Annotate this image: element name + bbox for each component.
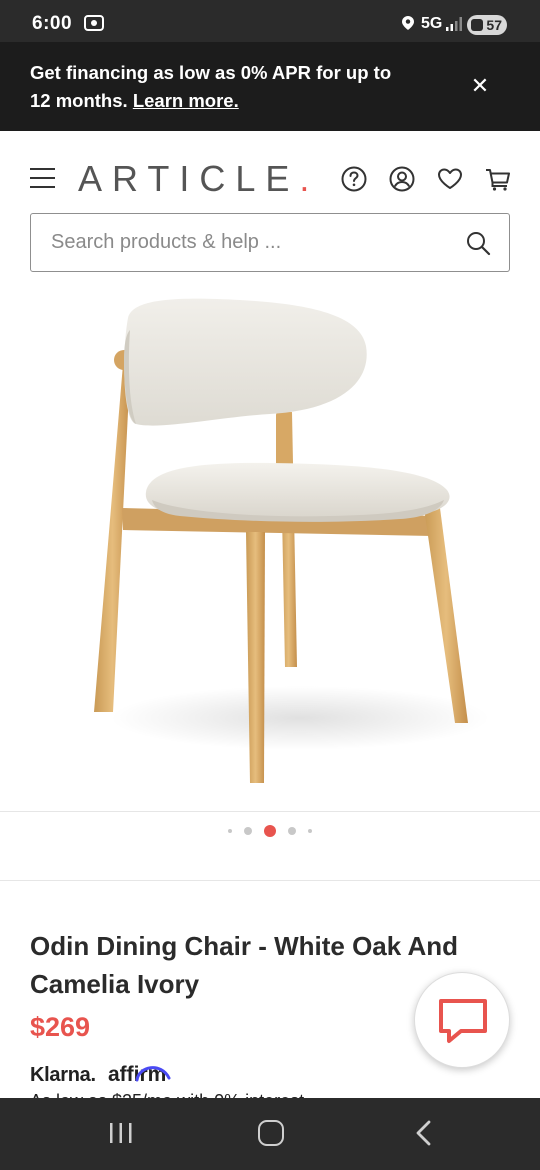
affirm-arc-icon bbox=[135, 1066, 171, 1082]
search-icon[interactable] bbox=[465, 230, 491, 256]
logo-text: ARTICLE bbox=[78, 158, 300, 199]
location-icon bbox=[402, 16, 414, 30]
battery-indicator: 57 bbox=[467, 15, 507, 35]
gallery-divider bbox=[0, 811, 540, 812]
product-image[interactable] bbox=[0, 288, 540, 808]
promo-text: Get financing as low as 0% APR for up to… bbox=[30, 59, 400, 115]
section-divider bbox=[0, 880, 540, 881]
gallery-dot-active[interactable] bbox=[264, 825, 276, 837]
klarna-logo: Klarna. bbox=[30, 1064, 96, 1086]
product-price: $269 bbox=[30, 1012, 91, 1042]
network-type: 5G bbox=[421, 15, 443, 32]
close-banner-button[interactable]: ✕ bbox=[466, 72, 494, 100]
article-logo[interactable]: ARTICLE. bbox=[78, 158, 309, 200]
status-bar: 6:00 5G 57 bbox=[0, 0, 540, 42]
menu-icon[interactable] bbox=[30, 168, 55, 188]
search-input[interactable] bbox=[51, 214, 451, 270]
site-header: ARTICLE. bbox=[0, 131, 540, 213]
search-box bbox=[30, 213, 510, 272]
back-icon[interactable] bbox=[412, 1120, 436, 1146]
recents-icon[interactable] bbox=[108, 1122, 134, 1144]
cart-icon[interactable] bbox=[484, 165, 512, 193]
learn-more-link[interactable]: Learn more. bbox=[133, 90, 239, 111]
system-nav-bar bbox=[0, 1098, 540, 1170]
status-time: 6:00 bbox=[32, 13, 73, 34]
gallery-dot[interactable] bbox=[308, 829, 312, 833]
wishlist-icon[interactable] bbox=[436, 165, 464, 193]
gallery-pagination[interactable] bbox=[0, 823, 540, 839]
logo-dot: . bbox=[299, 158, 310, 199]
home-icon[interactable] bbox=[258, 1120, 284, 1146]
screenshot-icon bbox=[84, 15, 104, 31]
chat-icon bbox=[439, 999, 487, 1043]
promo-banner: Get financing as low as 0% APR for up to… bbox=[0, 42, 540, 131]
gallery-dot[interactable] bbox=[288, 827, 296, 835]
account-icon[interactable] bbox=[388, 165, 416, 193]
signal-icon bbox=[446, 17, 462, 31]
gallery-dot[interactable] bbox=[228, 829, 232, 833]
help-icon[interactable] bbox=[340, 165, 368, 193]
chat-button[interactable] bbox=[414, 972, 510, 1068]
gallery-dot[interactable] bbox=[244, 827, 252, 835]
